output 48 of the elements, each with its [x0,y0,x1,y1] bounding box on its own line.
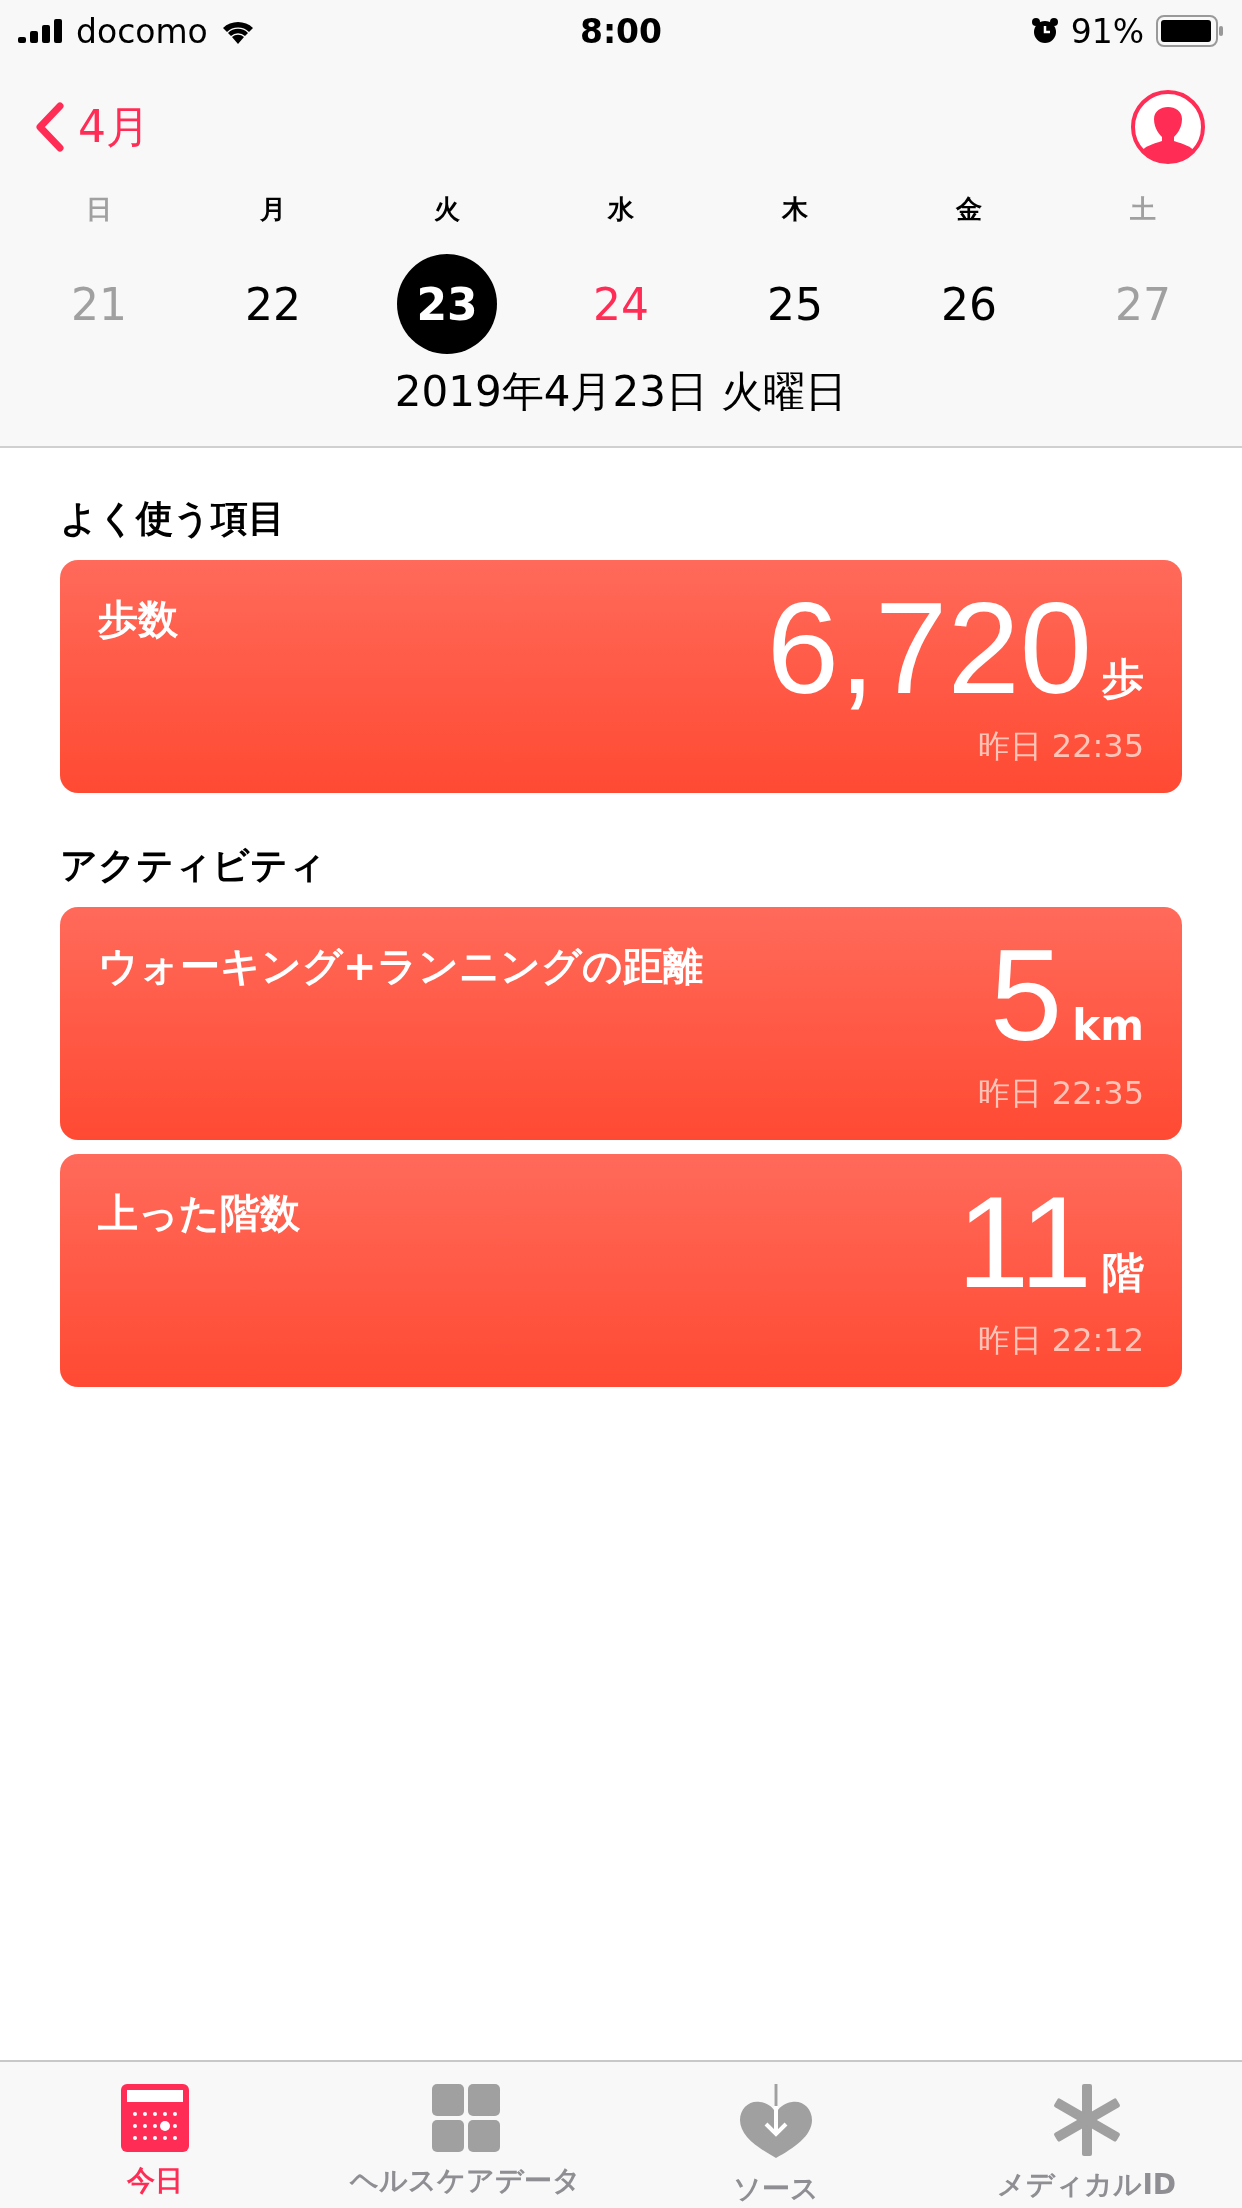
tab-bar-item[interactable]: 今日 [0,2062,311,2208]
calendar-day[interactable]: 25 [745,254,845,354]
metric-unit: 歩 [1102,653,1144,705]
profile-icon[interactable] [1130,89,1206,165]
carrier-name: docomo [76,11,208,51]
calendar-day[interactable]: 21 [49,254,149,354]
metric-time: 昨日 22:12 [977,1320,1144,1361]
clock-time: 8:00 [579,11,663,51]
battery-icon [1156,15,1224,47]
calendar-day[interactable]: 22 [223,254,323,354]
selected-date: 2019年4月23日 火曜日 [394,367,848,416]
chevron-left-icon [36,102,64,152]
metric-title: 上った階数 [98,1189,300,1238]
weekday-label: 土 [1130,193,1156,226]
metric-value: 5 [990,930,1063,1060]
calendar-day[interactable]: 23 [397,254,497,354]
metric-card[interactable]: 上った階数 11 階 昨日 22:12 [60,1154,1182,1387]
signal-icon [18,19,64,43]
metric-card[interactable]: ウォーキング+ランニングの距離 5 km 昨日 22:35 [60,907,1182,1140]
metric-title: 歩数 [98,595,178,644]
metric-unit: km [1072,1001,1144,1050]
metric-time: 昨日 22:35 [977,1073,1144,1114]
weekday-label: 水 [608,193,634,226]
calendar-day[interactable]: 26 [919,254,1019,354]
calendar-day[interactable]: 24 [571,254,671,354]
weekday-label: 木 [782,193,808,226]
weekday-label: 金 [956,193,982,226]
battery-percent: 91% [1070,11,1144,51]
section-title: アクティビティ [60,843,327,889]
calendar-day[interactable]: 27 [1093,254,1193,354]
tab-bar-item[interactable]: メディカルID [931,2062,1242,2208]
metric-title: ウォーキング+ランニングの距離 [98,942,703,991]
tab-bar-item[interactable]: ヘルスケアデータ [310,2062,621,2208]
tab-bar-item[interactable]: ソース [621,2062,932,2208]
heart-download-icon [738,2084,815,2160]
alarm-icon [1030,17,1059,45]
weekday-label: 日 [86,193,112,226]
metric-value: 6,720 [766,583,1092,713]
back-button[interactable]: 4月 [36,97,150,157]
metric-card[interactable]: 歩数 6,720 歩 昨日 22:35 [60,560,1182,793]
section-title: よく使う項目 [60,496,286,542]
metric-time: 昨日 22:35 [977,726,1144,767]
metric-unit: 階 [1102,1247,1144,1299]
weekday-label: 月 [260,193,286,226]
calendar-icon [121,2084,190,2152]
grid-icon [431,2084,500,2152]
weekday-label: 火 [434,193,460,226]
metric-value: 11 [957,1177,1092,1307]
